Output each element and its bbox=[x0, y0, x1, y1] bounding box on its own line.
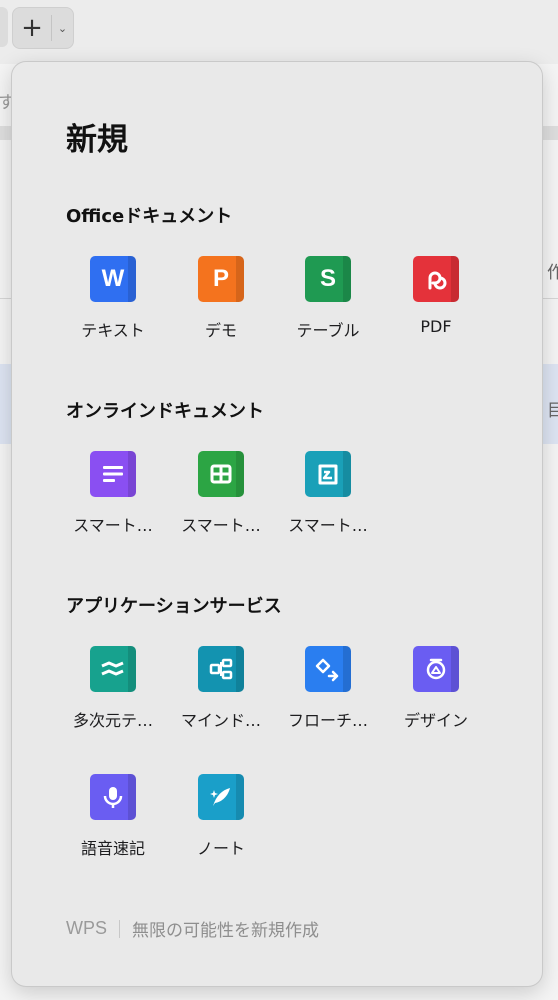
chevron-down-icon[interactable]: ⌄ bbox=[52, 22, 73, 35]
background-text: 目 bbox=[547, 401, 558, 421]
new-smart-form-button[interactable]: スマート… bbox=[274, 451, 382, 551]
footer-divider bbox=[119, 919, 121, 938]
new-button[interactable]: + ⌄ bbox=[12, 7, 74, 49]
previous-tab-edge[interactable] bbox=[0, 7, 8, 47]
item-label: ノート bbox=[196, 839, 245, 858]
new-note-button[interactable]: ノート bbox=[167, 774, 275, 874]
pdf-icon bbox=[413, 256, 459, 302]
footer-tagline: 無限の可能性を新規作成 bbox=[132, 921, 320, 941]
microphone-icon bbox=[90, 774, 136, 820]
item-label: 多次元テ… bbox=[72, 711, 153, 730]
smart-sheet-icon bbox=[198, 451, 244, 497]
new-smart-document-button[interactable]: スマート… bbox=[59, 451, 167, 551]
word-icon: W bbox=[90, 256, 136, 302]
item-label: テキスト bbox=[81, 321, 145, 340]
new-pdf-button[interactable]: PDF bbox=[382, 256, 490, 356]
item-label: デザイン bbox=[403, 711, 468, 730]
flowchart-icon bbox=[305, 646, 351, 692]
item-label: スマート… bbox=[288, 516, 368, 535]
new-multidimensional-table-button[interactable]: 多次元テ… bbox=[59, 646, 167, 746]
new-text-document-button[interactable]: W テキスト bbox=[59, 256, 167, 356]
plus-icon: + bbox=[21, 13, 43, 43]
new-smart-sheet-button[interactable]: スマート… bbox=[167, 451, 275, 551]
new-voice-memo-button[interactable]: 語音速記 bbox=[59, 774, 167, 874]
multidimensional-table-icon bbox=[90, 646, 136, 692]
item-label: 語音速記 bbox=[80, 839, 145, 858]
section-title-online: オンラインドキュメント bbox=[66, 401, 264, 422]
background-text: 作 bbox=[547, 263, 558, 283]
item-label: PDF bbox=[420, 317, 452, 336]
section-title-office: Officeドキュメント bbox=[66, 206, 233, 227]
new-design-button[interactable]: デザイン bbox=[382, 646, 490, 746]
item-label: フローチ… bbox=[287, 711, 368, 730]
mind-map-icon bbox=[198, 646, 244, 692]
top-toolbar bbox=[0, 0, 558, 62]
new-document-popover: 新規 Officeドキュメント W テキスト P デモ S テーブル PDF オ… bbox=[12, 62, 542, 986]
item-label: デモ bbox=[204, 321, 237, 340]
popover-title: 新規 bbox=[66, 122, 128, 158]
new-mind-map-button[interactable]: マインド… bbox=[167, 646, 275, 746]
item-label: テーブル bbox=[296, 321, 360, 340]
feather-icon bbox=[198, 774, 244, 820]
section-title-apps: アプリケーションサービス bbox=[66, 596, 282, 617]
new-spreadsheet-button[interactable]: S テーブル bbox=[274, 256, 382, 356]
smart-doc-icon bbox=[90, 451, 136, 497]
popover-footer: WPS 無限の可能性を新規作成 bbox=[66, 916, 319, 941]
item-label: マインド… bbox=[180, 711, 261, 730]
item-label: スマート… bbox=[73, 516, 153, 535]
presentation-icon: P bbox=[198, 256, 244, 302]
new-presentation-button[interactable]: P デモ bbox=[167, 256, 275, 356]
item-label: スマート… bbox=[181, 516, 261, 535]
spreadsheet-icon: S bbox=[305, 256, 351, 302]
design-icon bbox=[413, 646, 459, 692]
smart-form-icon bbox=[305, 451, 351, 497]
brand-label: WPS bbox=[66, 918, 108, 938]
new-flowchart-button[interactable]: フローチ… bbox=[274, 646, 382, 746]
